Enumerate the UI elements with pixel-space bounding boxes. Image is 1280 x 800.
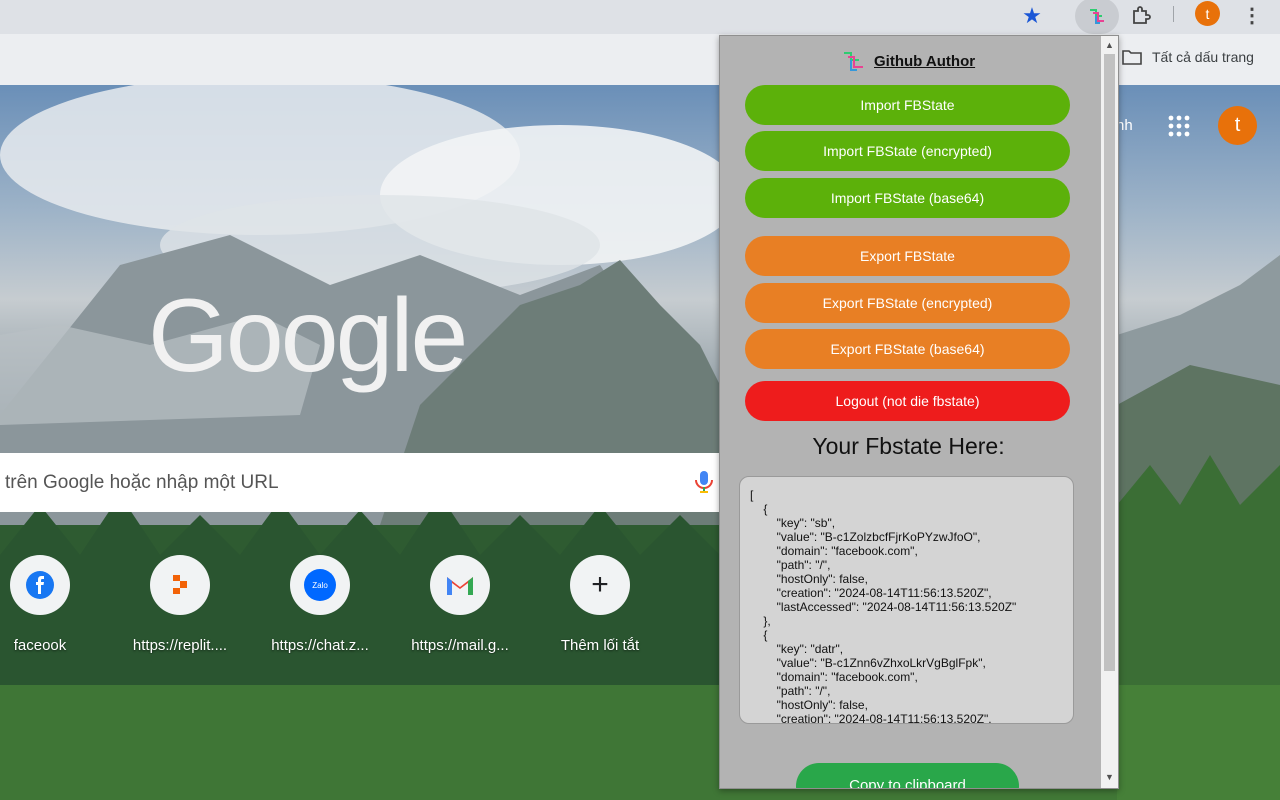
import-fbstate-base64-button[interactable]: Import FBState (base64)	[745, 178, 1070, 218]
shortcut-tile[interactable]: faceook	[0, 555, 100, 654]
scroll-up-arrow-icon[interactable]: ▲	[1105, 40, 1114, 50]
shortcut-tile[interactable]: Zalo https://chat.z...	[260, 555, 380, 654]
add-shortcut-tile[interactable]: + Thêm lối tắt	[540, 555, 660, 654]
fbstate-heading: Your Fbstate Here:	[812, 433, 1005, 459]
shortcut-label: https://mail.g...	[411, 637, 509, 654]
github-author-link[interactable]: Github Author	[842, 50, 975, 72]
scrollbar-thumb[interactable]	[1104, 54, 1115, 671]
shortcut-label: Thêm lối tắt	[560, 637, 640, 654]
folder-icon	[1122, 50, 1142, 65]
import-fbstate-encrypted-button[interactable]: Import FBState (encrypted)	[745, 131, 1070, 171]
google-apps-grid-icon[interactable]	[1168, 115, 1190, 137]
replit-icon	[150, 555, 210, 615]
all-bookmarks-label: Tất cả dấu trang	[1152, 49, 1254, 65]
fbstate-json-content[interactable]: [ { "key": "sb", "value": "B-c1ZolzbcfFj…	[750, 488, 1063, 723]
shortcut-label: faceook	[13, 637, 67, 654]
add-icon: +	[570, 555, 630, 615]
fbstate-textarea[interactable]: [ { "key": "sb", "value": "B-c1ZolzbcfFj…	[739, 476, 1074, 724]
shortcut-tile[interactable]: https://replit....	[120, 555, 240, 654]
search-box[interactable]: trên Google hoặc nhập một URL	[0, 453, 725, 512]
fbstate-extension-popup: Github Author Import FBState Import FBSt…	[719, 35, 1119, 789]
github-author-label[interactable]: Github Author	[874, 53, 975, 70]
profile-avatar[interactable]: t	[1218, 106, 1257, 145]
copy-to-clipboard-button[interactable]: Copy to clipboard	[796, 763, 1019, 788]
import-fbstate-button[interactable]: Import FBState	[745, 85, 1070, 125]
google-logo: Google	[148, 278, 468, 394]
bookmark-star-icon[interactable]: ★	[1018, 1, 1046, 31]
shortcut-label: https://replit....	[132, 637, 228, 654]
fbstate-extension-icon	[1090, 9, 1104, 24]
shortcut-label: https://chat.z...	[271, 637, 369, 654]
voice-search-mic-icon[interactable]	[693, 469, 715, 495]
extension-logo-icon	[844, 52, 863, 71]
gmail-icon	[430, 555, 490, 615]
export-fbstate-base64-button[interactable]: Export FBState (base64)	[745, 329, 1070, 369]
export-fbstate-encrypted-button[interactable]: Export FBState (encrypted)	[745, 283, 1070, 323]
scroll-down-arrow-icon[interactable]: ▼	[1105, 772, 1114, 782]
zalo-icon: Zalo	[290, 555, 350, 615]
extensions-puzzle-icon[interactable]	[1126, 0, 1156, 30]
toolbar-divider	[1173, 6, 1174, 22]
browser-toolbar: ★ t ⋮	[0, 0, 1280, 34]
facebook-icon	[10, 555, 70, 615]
all-bookmarks-folder[interactable]: Tất cả dấu trang	[1122, 49, 1254, 65]
logout-button[interactable]: Logout (not die fbstate)	[745, 381, 1070, 421]
fbstate-extension-button[interactable]	[1075, 0, 1119, 34]
popup-scrollbar[interactable]: ▲ ▼	[1101, 36, 1118, 788]
export-fbstate-button[interactable]: Export FBState	[745, 236, 1070, 276]
zalo-logo-text: Zalo	[304, 569, 336, 601]
search-input-placeholder[interactable]: trên Google hoặc nhập một URL	[5, 472, 279, 494]
shortcut-tile[interactable]: https://mail.g...	[400, 555, 520, 654]
profile-avatar-small[interactable]: t	[1195, 1, 1220, 26]
browser-menu-icon[interactable]: ⋮	[1242, 0, 1262, 30]
